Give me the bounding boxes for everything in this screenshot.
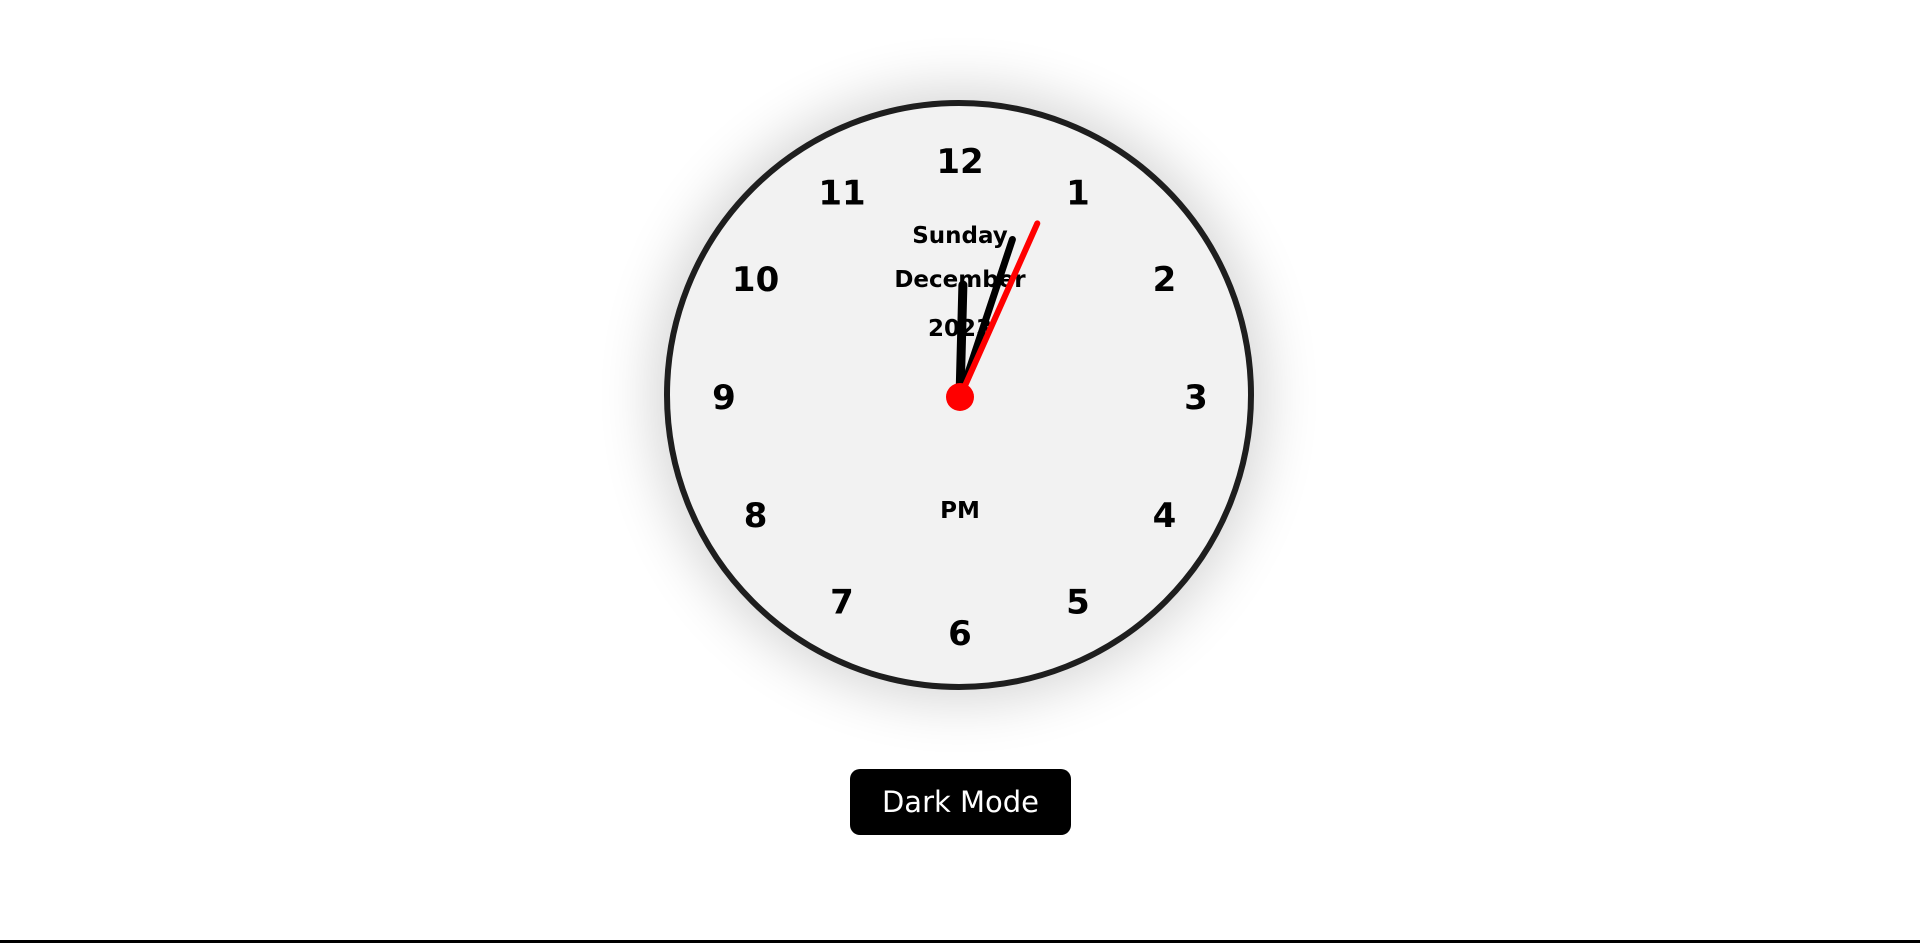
dark-mode-button[interactable]: Dark Mode: [850, 769, 1071, 835]
clock-page: 12 1 2 3 4 5 6 7 8 9 10 11 Sunday December 2023 PM …: [0, 0, 1920, 943]
clock-face: [664, 100, 1254, 690]
